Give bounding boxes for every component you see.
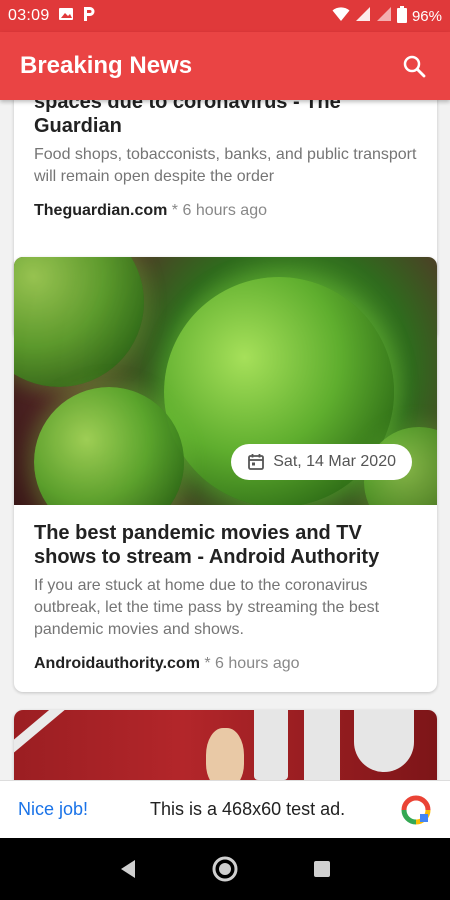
date-chip: Sat, 14 Mar 2020	[231, 444, 412, 480]
status-bar: 03:09 96%	[0, 0, 450, 32]
search-button[interactable]	[398, 50, 430, 82]
recents-icon	[313, 861, 330, 877]
article-meta: Theguardian.com * 6 hours ago	[34, 202, 417, 220]
image-notification-icon	[58, 6, 74, 26]
calendar-icon	[248, 454, 265, 470]
ad-banner[interactable]: Nice job! This is a 468x60 test ad.	[0, 780, 450, 838]
article-card[interactable]	[14, 710, 437, 780]
app-title: Breaking News	[20, 52, 193, 79]
article-description: If you are stuck at home due to the coro…	[34, 577, 380, 638]
article-image: Sat, 14 Mar 2020	[14, 257, 437, 505]
article-title: The best pandemic movies and TV shows to…	[34, 522, 380, 568]
article-title: spaces due to coronavirus - The Guardian	[34, 100, 341, 137]
navigation-bar	[0, 838, 450, 900]
home-button[interactable]	[210, 854, 240, 884]
article-source: Theguardian.com	[34, 202, 168, 219]
ad-text: This is a 468x60 test ad.	[150, 799, 346, 819]
article-description: Food shops, tobacconists, banks, and pub…	[34, 146, 417, 185]
app-bar: Breaking News	[0, 32, 450, 100]
status-time: 03:09	[8, 7, 50, 24]
article-card[interactable]: Sat, 14 Mar 2020 The best pandemic movie…	[14, 257, 437, 692]
article-date: Sat, 14 Mar 2020	[273, 453, 396, 470]
back-icon	[121, 860, 136, 878]
battery-icon	[396, 5, 407, 27]
home-icon	[212, 856, 238, 882]
search-icon	[403, 55, 426, 78]
article-time: 6 hours ago	[182, 202, 267, 219]
ad-label: Nice job!	[18, 799, 89, 819]
wifi-icon	[332, 6, 350, 26]
back-button[interactable]	[113, 854, 143, 884]
article-meta: Androidauthority.com * 6 hours ago	[34, 655, 417, 673]
article-time: 6 hours ago	[215, 655, 300, 672]
signal-icon	[355, 6, 371, 26]
signal-icon-2	[376, 6, 392, 26]
adchoices-icon[interactable]	[400, 794, 432, 826]
recents-button[interactable]	[307, 854, 337, 884]
parking-notification-icon	[82, 6, 96, 26]
article-image	[14, 710, 437, 780]
article-separator: *	[199, 655, 216, 672]
news-feed[interactable]: spaces due to coronavirus - The Guardian…	[0, 100, 450, 780]
battery-level: 96%	[411, 7, 442, 25]
article-separator: *	[167, 202, 183, 219]
article-source: Androidauthority.com	[34, 655, 200, 672]
